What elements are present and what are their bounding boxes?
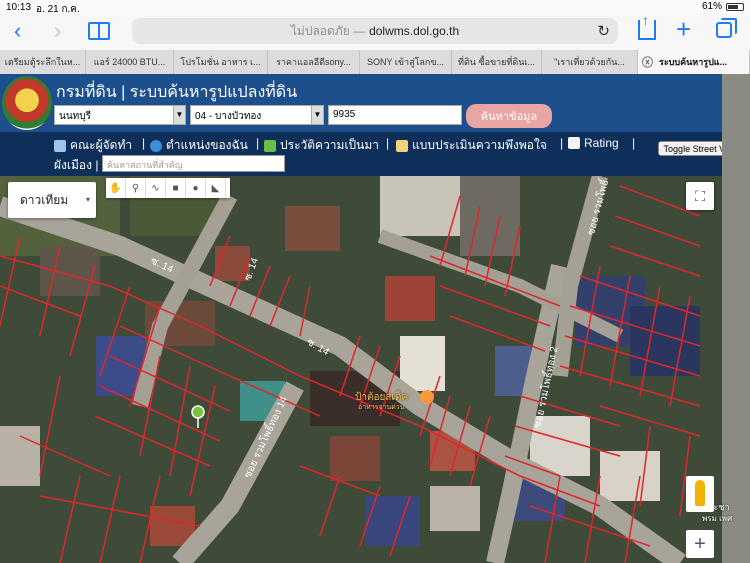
browser-tab[interactable]: โปรโมชั่น อาหาร เ...	[174, 50, 268, 74]
menu-item-team[interactable]: คณะผู้จัดทำ	[54, 136, 132, 155]
rectangle-icon[interactable]: ■	[166, 178, 186, 198]
zoom-in-button[interactable]: +	[686, 530, 714, 558]
browser-tab[interactable]: เตรียมตู้ระลึกในห...	[0, 50, 86, 74]
map-canvas[interactable]	[0, 176, 722, 563]
place-search-input[interactable]: ค้นหาสถานที่สำคัญ	[102, 155, 285, 172]
parcel-number-input[interactable]: 9935	[328, 105, 462, 125]
search-button[interactable]: ค้นหาข้อมูล	[466, 104, 552, 128]
battery-percent: 61%	[701, 1, 722, 12]
menu-label: แบบประเมินความพึงพอใจ	[412, 138, 547, 152]
share-icon[interactable]	[638, 12, 656, 40]
url-domain: dolwms.dol.go.th	[369, 24, 460, 38]
close-tab-icon[interactable]: ⓧ	[642, 54, 653, 70]
tab-strip: เตรียมตู้ระลึกในห... แอร์ 24000 BTU... โ…	[0, 50, 750, 74]
drawing-toolbar: ✋ ⚲ ∿ ■ ● ◣	[106, 178, 230, 198]
menu-separator: |	[386, 136, 390, 150]
active-tab-title: ระบบค้นหารูปแ...	[659, 57, 728, 67]
menu-separator: |	[256, 136, 260, 150]
menu-separator: |	[142, 136, 146, 150]
menu-label: คณะผู้จัดทำ	[70, 138, 133, 152]
menu-label: ตำแหน่งของฉัน	[166, 138, 248, 152]
bookmarks-icon[interactable]	[88, 22, 110, 40]
tabs-overview-icon[interactable]	[716, 18, 737, 38]
battery-icon	[726, 2, 744, 11]
menu-item-history[interactable]: ประวัติความเป็นมา	[264, 136, 379, 155]
browser-tab[interactable]: "เราเที่ยวด้วยกัน...	[542, 50, 638, 74]
menu-item-rating[interactable]: Rating	[568, 136, 619, 150]
leaf-icon	[264, 139, 276, 152]
insecure-label: ไม่ปลอดภัย —	[290, 23, 366, 38]
menu-separator: |	[632, 136, 636, 150]
chevron-down-icon: ▼	[173, 106, 185, 124]
map-type-select[interactable]: ดาวเทียม ▾	[8, 182, 96, 218]
map-corner-label: พรม เพศ	[702, 514, 733, 523]
browser-toolbar: ‹ › ไม่ปลอดภัย — dolwms.dol.go.th ↻ +	[0, 12, 750, 50]
poi-category: อาหารจานด่วน	[358, 404, 405, 411]
circle-icon[interactable]: ●	[186, 178, 206, 198]
browser-tab[interactable]: ราคาแอลอีดีsony...	[268, 50, 360, 74]
notepad-icon	[396, 139, 408, 152]
back-button[interactable]: ‹	[14, 20, 21, 42]
menu-separator: |	[560, 136, 564, 150]
new-tab-icon[interactable]: +	[676, 16, 691, 42]
menu-label: ประวัติความเป็นมา	[280, 138, 380, 152]
menu-item-survey[interactable]: แบบประเมินความพึงพอใจ	[396, 136, 547, 155]
amphoe-select[interactable]: 04 - บางบัวทอง ▼	[190, 105, 324, 125]
chevron-down-icon: ▾	[85, 195, 90, 204]
team-icon	[54, 139, 66, 152]
reload-icon[interactable]: ↻	[597, 22, 610, 40]
department-logo	[2, 76, 52, 130]
browser-tab-active[interactable]: ⓧ ระบบค้นหารูปแ...	[638, 50, 750, 74]
satellite-imagery	[0, 176, 722, 563]
polygon-icon[interactable]: ◣	[206, 178, 226, 198]
clock: 10:13	[6, 2, 32, 13]
fullscreen-icon[interactable]: ⛶	[686, 182, 714, 210]
hand-icon[interactable]: ✋	[106, 178, 126, 198]
pin-icon[interactable]: ⚲	[126, 178, 146, 198]
status-bar: 10:13 อ. 21 ก.ค. 61%	[0, 0, 750, 15]
menu-label: Rating	[584, 136, 619, 150]
browser-tab[interactable]: แอร์ 24000 BTU...	[86, 50, 174, 74]
amphoe-value: 04 - บางบัวทอง	[195, 111, 262, 122]
chevron-down-icon: ▼	[311, 106, 323, 124]
map-type-label: ดาวเทียม	[20, 192, 69, 207]
browser-tab[interactable]: ที่ดิน ซื้อขายที่ดินเ...	[452, 50, 542, 74]
menu-item-location[interactable]: ตำแหน่งของฉัน	[150, 136, 248, 155]
city-plan-link[interactable]: ผังเมือง |	[54, 156, 98, 175]
side-panel-edge	[722, 74, 750, 563]
page-title: กรมที่ดิน | ระบบค้นหารูปแปลงที่ดิน	[56, 84, 298, 101]
globe-icon	[150, 139, 162, 152]
forward-button[interactable]: ›	[54, 20, 61, 42]
pegman-icon[interactable]	[686, 476, 714, 512]
browser-tab[interactable]: SONY เข้าสู่โลกข...	[360, 50, 452, 74]
chart-icon	[568, 137, 580, 149]
address-bar[interactable]: ไม่ปลอดภัย — dolwms.dol.go.th ↻	[132, 18, 618, 44]
polyline-icon[interactable]: ∿	[146, 178, 166, 198]
province-value: นนทบุรี	[59, 111, 91, 122]
province-select[interactable]: นนทบุรี ▼	[54, 105, 186, 125]
